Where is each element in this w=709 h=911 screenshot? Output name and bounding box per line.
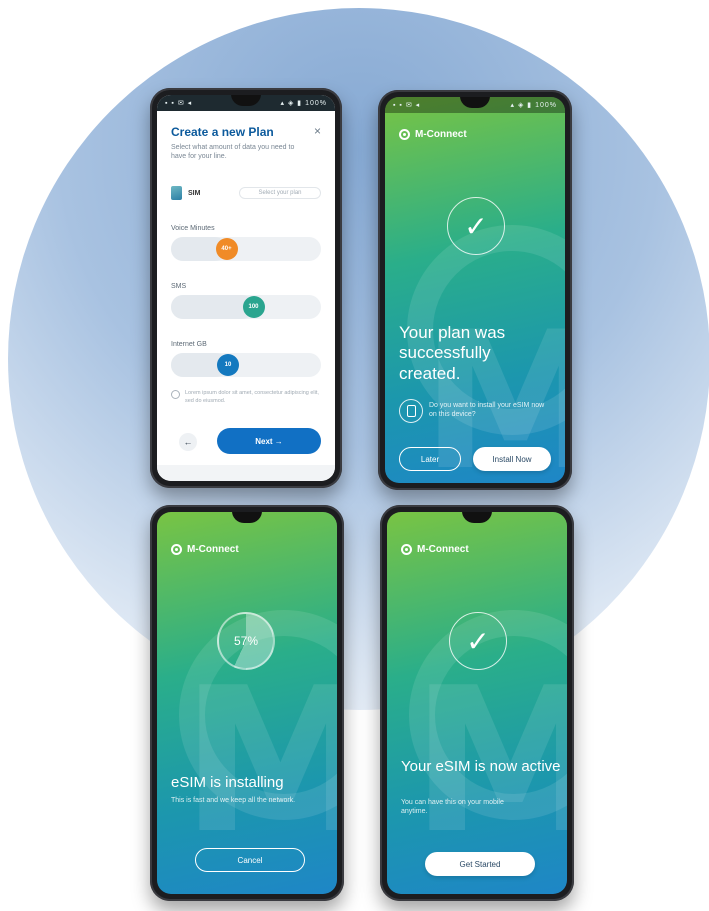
m-connect-logo-icon bbox=[401, 544, 412, 555]
brand-logo: M-Connect bbox=[171, 544, 239, 555]
close-icon[interactable]: × bbox=[314, 124, 321, 138]
slider-label-voice: Voice Minutes bbox=[171, 225, 215, 232]
camera-notch bbox=[232, 512, 262, 523]
sim-card-icon bbox=[171, 186, 182, 200]
slider-internet[interactable]: 10 bbox=[171, 353, 321, 377]
install-now-button[interactable]: Install Now bbox=[473, 447, 551, 471]
info-icon bbox=[171, 390, 180, 399]
watermark-m: M bbox=[181, 645, 337, 878]
slider-sms[interactable]: 100 bbox=[171, 295, 321, 319]
slider-voice-thumb[interactable]: 40+ bbox=[215, 238, 238, 260]
slider-sms-fill bbox=[171, 295, 254, 319]
check-circle-icon: ✓ bbox=[447, 197, 505, 255]
installing-headline: eSIM is installing bbox=[171, 774, 284, 791]
note-row: Lorem ipsum dolor sit amet, consectetur … bbox=[171, 390, 321, 405]
installing-subtext: This is fast and we keep all the network… bbox=[171, 797, 296, 804]
screen-esim-installing: M M-Connect 57% eSIM is installing This … bbox=[157, 512, 337, 894]
phone-esim-active: M M-Connect ✓ Your eSIM is now active Yo… bbox=[380, 505, 574, 901]
active-headline: Your eSIM is now active bbox=[401, 758, 561, 775]
success-headline: Your plan was successfully created. bbox=[399, 323, 506, 383]
install-prompt: Do you want to install your eSIM now on … bbox=[429, 402, 545, 419]
phone-create-plan: ▪ ▪ ✉ ◂ ▴ ◈ ▮ 100% Create a new Plan × S… bbox=[150, 88, 342, 488]
phone-plan-created: M ▪ ▪ ✉ ◂ ▴ ◈ ▮ 100% M-Connect ✓ Your pl… bbox=[378, 90, 572, 490]
screen-create-plan: ▪ ▪ ✉ ◂ ▴ ◈ ▮ 100% Create a new Plan × S… bbox=[157, 95, 335, 481]
status-left-icons: ▪ ▪ ✉ ◂ bbox=[165, 100, 193, 107]
cancel-button[interactable]: Cancel bbox=[195, 848, 305, 872]
brand-logo: M-Connect bbox=[401, 544, 469, 555]
check-circle-icon: ✓ bbox=[449, 612, 507, 670]
slider-sms-thumb[interactable]: 100 bbox=[242, 296, 265, 318]
slider-label-sms: SMS bbox=[171, 283, 187, 290]
brand-logo: M-Connect bbox=[399, 129, 467, 140]
note-text: Lorem ipsum dolor sit amet, consectetur … bbox=[185, 390, 319, 404]
m-connect-logo-icon bbox=[171, 544, 182, 555]
back-button[interactable]: ← bbox=[179, 433, 197, 451]
slider-voice[interactable]: 40+ bbox=[171, 237, 321, 261]
sim-glyph-icon bbox=[406, 405, 416, 417]
progress-percent: 57% bbox=[233, 634, 259, 648]
sim-row[interactable]: SIM Select your plan bbox=[171, 185, 321, 201]
camera-notch bbox=[462, 512, 492, 523]
brand-name: M-Connect bbox=[187, 544, 239, 555]
sim-select[interactable]: Select your plan bbox=[239, 187, 321, 199]
brand-name: M-Connect bbox=[417, 544, 469, 555]
brand-name: M-Connect bbox=[415, 129, 467, 140]
form-description: Select what amount of data you need to h… bbox=[171, 144, 295, 161]
screen-esim-active: M M-Connect ✓ Your eSIM is now active Yo… bbox=[387, 512, 567, 894]
slider-internet-thumb[interactable]: 10 bbox=[217, 354, 239, 376]
active-subtext: You can have this on your mobile anytime… bbox=[401, 799, 504, 816]
status-left-icons: ▪ ▪ ✉ ◂ bbox=[393, 102, 421, 109]
background-circle bbox=[8, 8, 709, 710]
m-connect-logo-icon bbox=[399, 129, 410, 140]
get-started-button[interactable]: Get Started bbox=[425, 852, 535, 876]
slider-label-internet: Internet GB bbox=[171, 341, 207, 348]
sim-install-icon bbox=[399, 399, 423, 423]
status-right-icons: ▴ ◈ ▮ 100% bbox=[280, 100, 327, 107]
sim-label: SIM bbox=[188, 189, 201, 197]
page-title: Create a new Plan bbox=[171, 125, 274, 139]
screen-plan-created: M ▪ ▪ ✉ ◂ ▴ ◈ ▮ 100% M-Connect ✓ Your pl… bbox=[385, 97, 565, 483]
status-right-icons: ▴ ◈ ▮ 100% bbox=[510, 102, 557, 109]
install-progress-ring: 57% bbox=[217, 612, 275, 670]
bottom-bar bbox=[157, 465, 335, 481]
next-button[interactable]: Next → bbox=[217, 428, 321, 454]
later-button[interactable]: Later bbox=[399, 447, 461, 471]
phone-esim-installing: M M-Connect 57% eSIM is installing This … bbox=[150, 505, 344, 901]
